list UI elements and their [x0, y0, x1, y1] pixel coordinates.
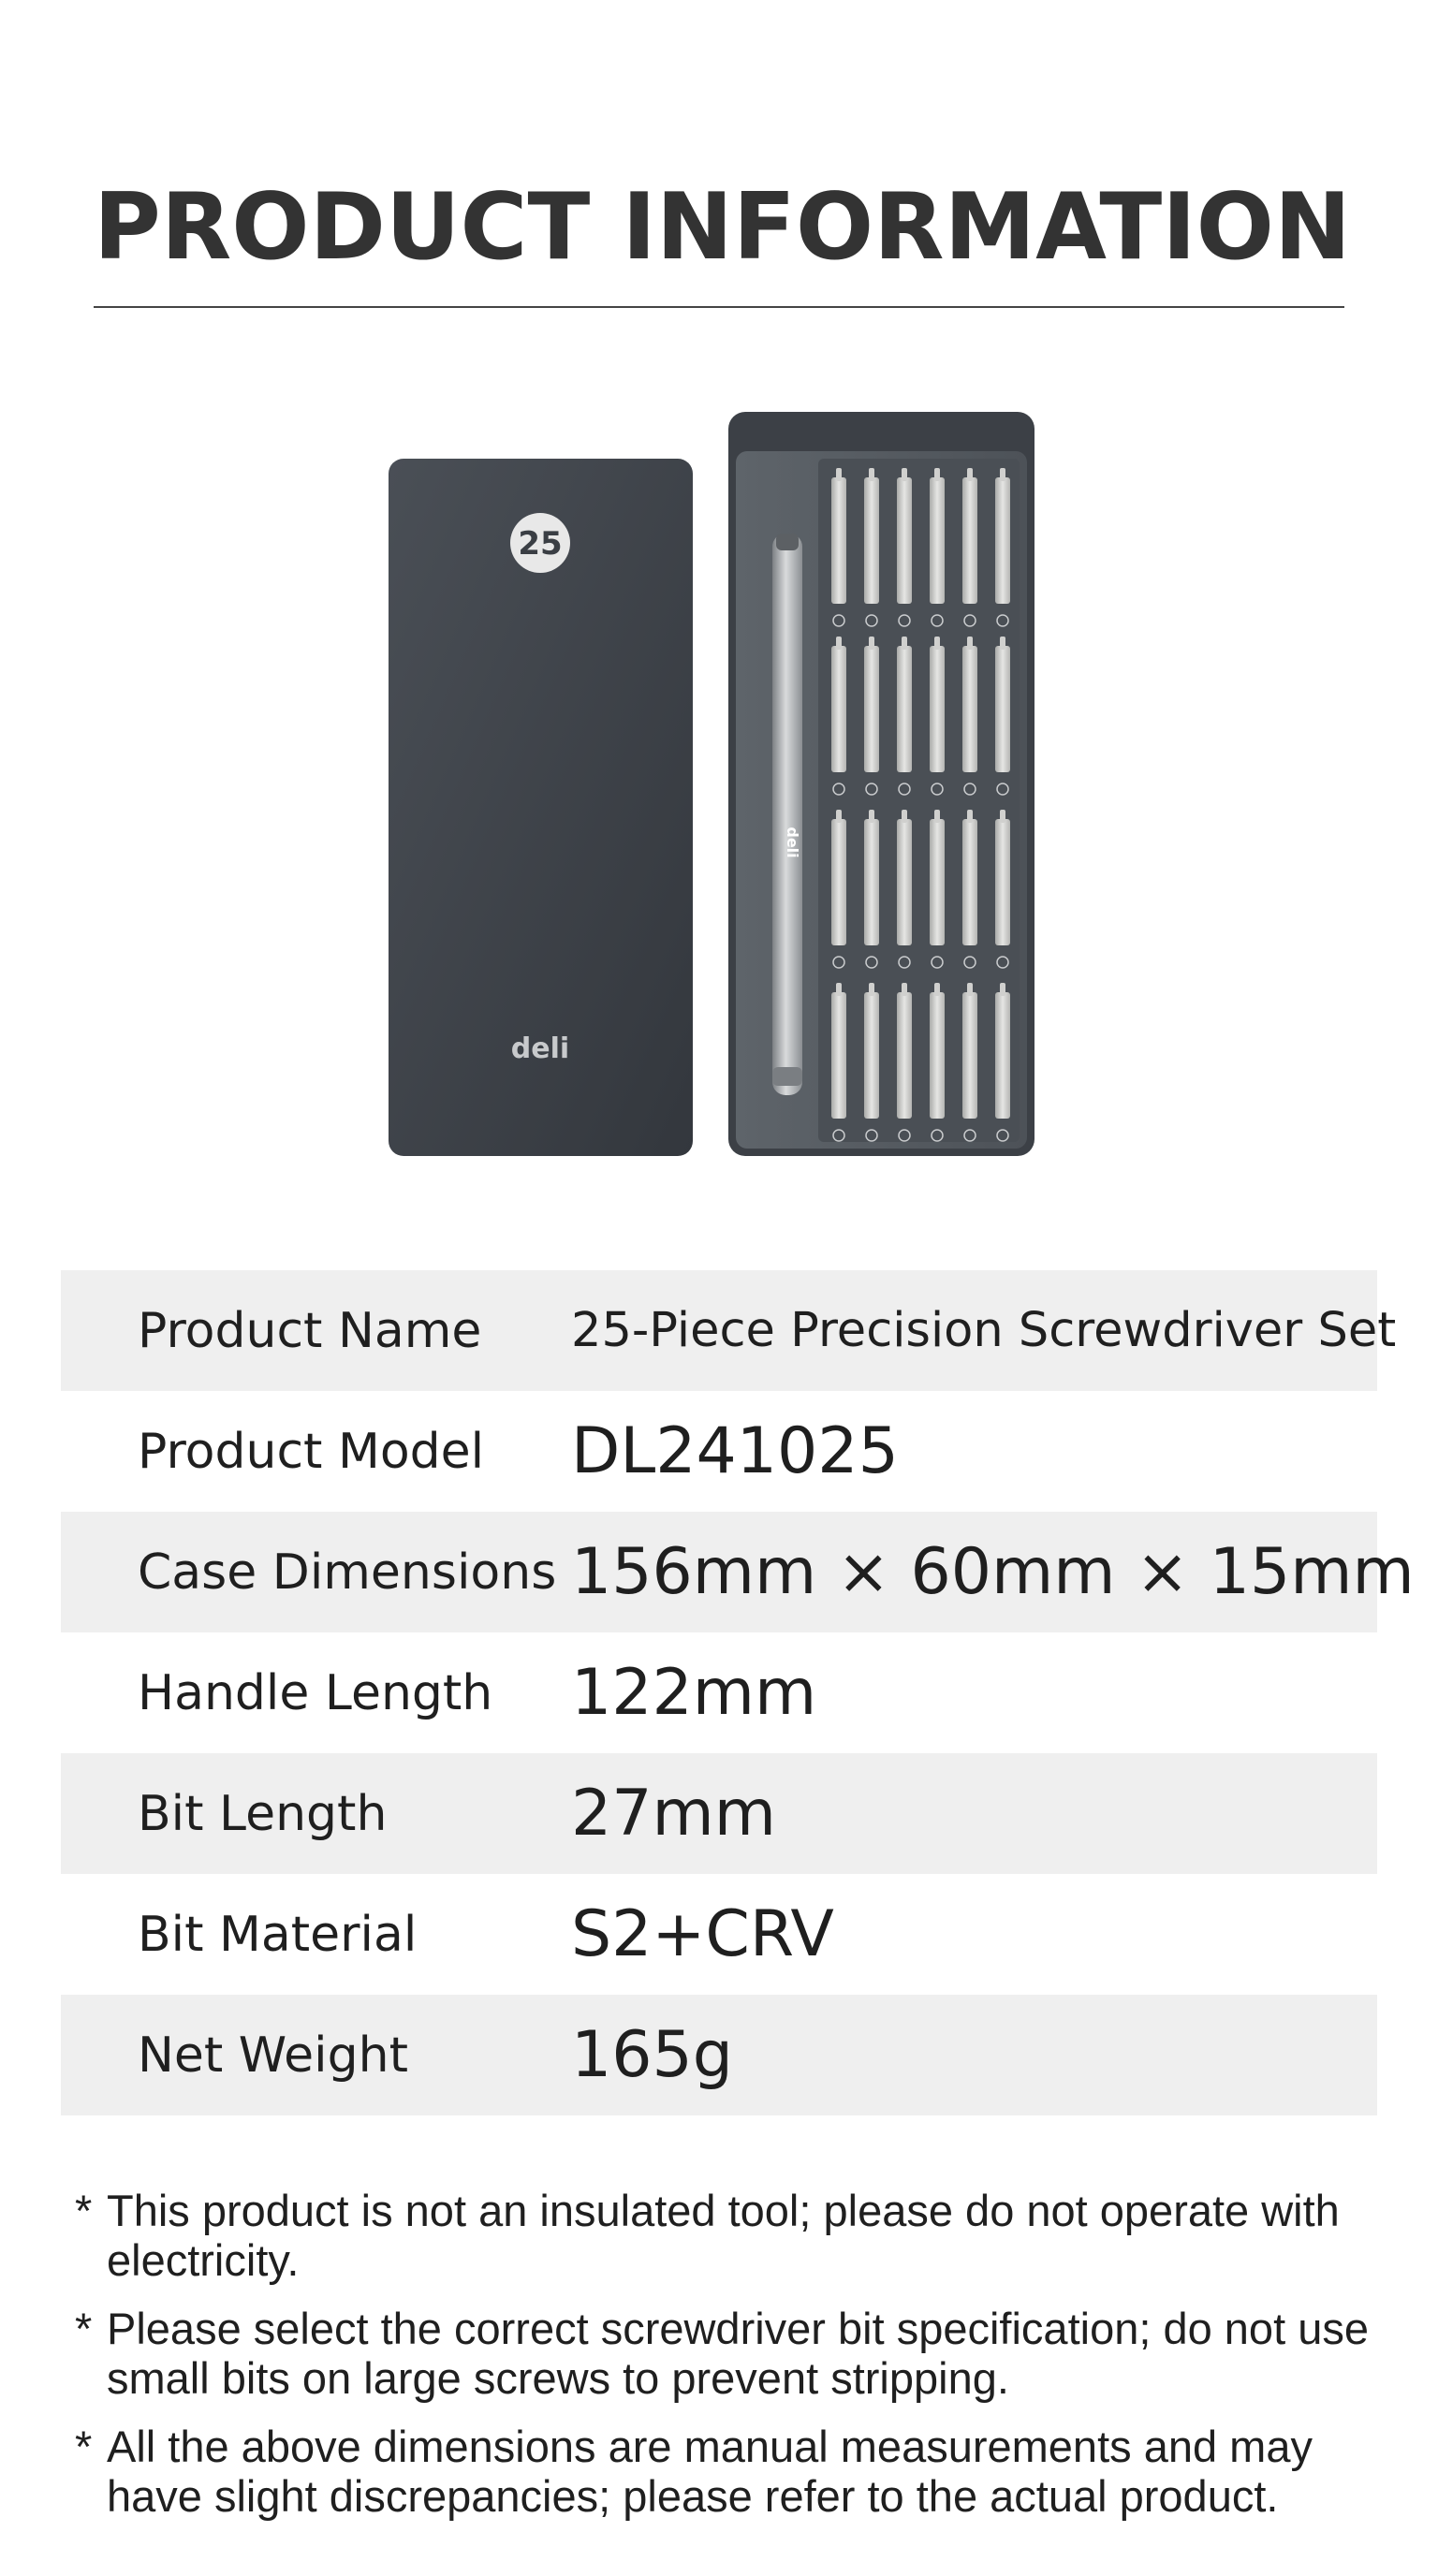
bit-tip	[967, 637, 973, 650]
screwdriver-bit	[897, 646, 912, 772]
spec-row-case-dimensions: Case Dimensions 156mm × 60mm × 15mm	[61, 1512, 1415, 1632]
bit-tip	[836, 468, 842, 481]
spec-row-handle-length: Handle Length 122mm	[61, 1632, 1377, 1753]
spec-label: Product Model	[138, 1423, 485, 1480]
bit-tip	[902, 637, 907, 650]
bit-tip	[934, 468, 940, 481]
bit-tip	[869, 468, 874, 481]
case-tray: deli	[728, 412, 1034, 1156]
spec-value: S2+CRV	[571, 1897, 834, 1971]
screwdriver-bit	[831, 477, 846, 604]
spec-value: 27mm	[571, 1777, 777, 1851]
bit-tip	[836, 637, 842, 650]
bit-tip	[1000, 810, 1005, 823]
spec-table: Product Name 25-Piece Precision Screwdri…	[61, 1270, 1415, 2115]
bit-tip	[869, 810, 874, 823]
brand-logo: deli	[511, 1032, 569, 1065]
spec-value: 25-Piece Precision Screwdriver Set	[571, 1303, 1397, 1358]
bit-tip	[869, 637, 874, 650]
bit-tip	[869, 983, 874, 996]
spec-row-bit-length: Bit Length 27mm	[61, 1753, 1377, 1874]
screwdriver-bit	[995, 819, 1010, 945]
bit-tip	[967, 810, 973, 823]
screwdriver-bit	[962, 992, 977, 1119]
screwdriver-bit	[864, 477, 879, 604]
screwdriver-bit	[864, 646, 879, 772]
spec-value: 122mm	[571, 1656, 817, 1730]
bit-tip	[902, 983, 907, 996]
note-text: Please select the correct screwdriver bi…	[107, 2304, 1369, 2403]
screwdriver-bit	[930, 477, 945, 604]
screwdriver-bit	[962, 477, 977, 604]
screwdriver-bit	[962, 646, 977, 772]
title-divider	[94, 306, 1344, 308]
screwdriver-bit	[897, 819, 912, 945]
note-bullet: *	[75, 2422, 93, 2471]
spec-value: 156mm × 60mm × 15mm	[571, 1535, 1415, 1609]
bit-tip	[934, 637, 940, 650]
spec-row-product-name: Product Name 25-Piece Precision Screwdri…	[61, 1270, 1396, 1391]
note-item: * All the above dimensions are manual me…	[75, 2422, 1386, 2521]
note-item: * This product is not an insulated tool;…	[75, 2186, 1386, 2285]
note-item: * Please select the correct screwdriver …	[75, 2304, 1386, 2403]
screwdriver-bit	[995, 646, 1010, 772]
screwdriver-bit	[831, 819, 846, 945]
bit-tip	[836, 810, 842, 823]
bit-tip	[934, 983, 940, 996]
note-bullet: *	[75, 2186, 93, 2235]
spec-label: Bit Length	[138, 1785, 388, 1842]
note-text: This product is not an insulated tool; p…	[107, 2186, 1340, 2285]
screwdriver-bit	[864, 992, 879, 1119]
spec-row-product-model: Product Model DL241025	[61, 1391, 1377, 1512]
screwdriver-handle: deli	[772, 534, 802, 1095]
product-image: 25 deli deli	[389, 412, 1034, 1156]
spec-label: Case Dimensions	[138, 1544, 557, 1601]
screwdriver-bit	[897, 992, 912, 1119]
notes-list: * This product is not an insulated tool;…	[75, 2186, 1386, 2539]
spec-label: Handle Length	[138, 1664, 493, 1721]
screwdriver-bit	[962, 819, 977, 945]
page-title: PRODUCT INFORMATION	[94, 174, 1352, 281]
screwdriver-bit	[995, 477, 1010, 604]
spec-row-net-weight: Net Weight 165g	[61, 1995, 1377, 2115]
spec-row-bit-material: Bit Material S2+CRV	[61, 1874, 1377, 1995]
note-bullet: *	[75, 2304, 93, 2353]
note-text: All the above dimensions are manual meas…	[107, 2422, 1313, 2521]
case-badge: 25	[518, 525, 562, 563]
screwdriver-bit	[930, 819, 945, 945]
bit-tip	[1000, 983, 1005, 996]
screwdriver-bit	[831, 992, 846, 1119]
handle-logo: deli	[784, 827, 801, 857]
screwdriver-bit	[995, 992, 1010, 1119]
spec-label: Bit Material	[138, 1906, 418, 1963]
screwdriver-bit	[930, 646, 945, 772]
bit-tip	[836, 983, 842, 996]
bit-tip	[1000, 468, 1005, 481]
bit-tip	[967, 983, 973, 996]
screwdriver-bit	[897, 477, 912, 604]
screwdriver-bit	[930, 992, 945, 1119]
bit-tip	[1000, 637, 1005, 650]
bit-tip	[967, 468, 973, 481]
spec-label: Net Weight	[138, 2027, 408, 2084]
spec-value: DL241025	[571, 1414, 899, 1488]
spec-value: 165g	[571, 2018, 733, 2092]
bit-tip	[934, 810, 940, 823]
spec-label: Product Name	[138, 1302, 482, 1359]
bit-tip	[902, 468, 907, 481]
bit-tip	[902, 810, 907, 823]
screwdriver-bit	[831, 646, 846, 772]
screwdriver-bit	[864, 819, 879, 945]
case-lid: 25 deli	[389, 459, 693, 1156]
